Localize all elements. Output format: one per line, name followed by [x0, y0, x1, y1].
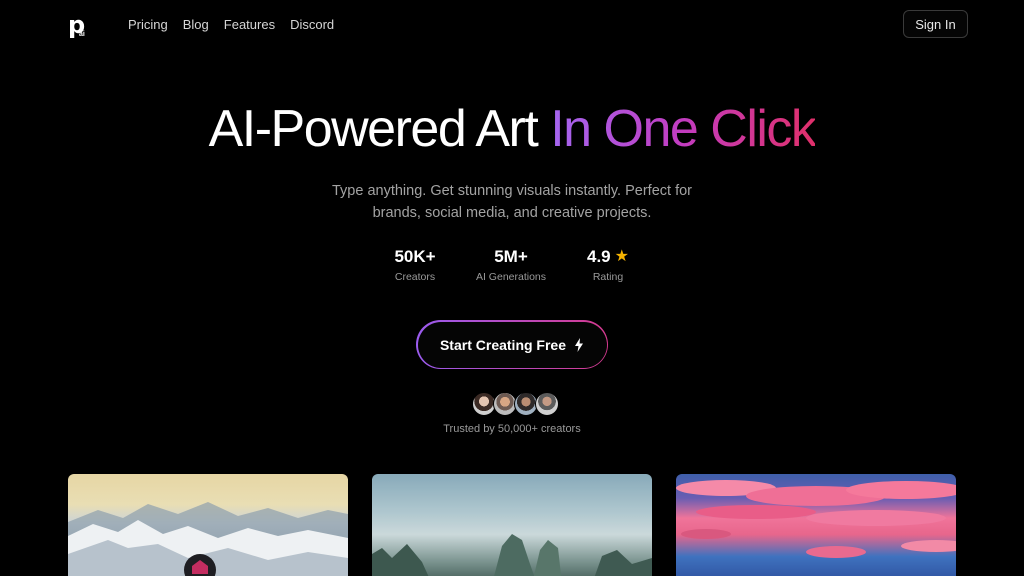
bolt-icon: [575, 337, 584, 352]
star-icon: ★: [614, 248, 629, 265]
stat-label: Creators: [394, 271, 436, 283]
start-creating-button[interactable]: Start Creating Free: [417, 321, 607, 368]
gallery-card-mountains[interactable]: [68, 474, 348, 576]
stat-creators: 50K+ Creators: [385, 246, 445, 283]
stat-label: AI Generations: [475, 271, 547, 283]
gallery-card-karst[interactable]: [372, 474, 652, 576]
cta-label: Start Creating Free: [439, 336, 567, 353]
avatar: [535, 392, 559, 416]
snowy-mountains-image: [68, 502, 348, 576]
sign-in-button[interactable]: Sign In: [903, 10, 968, 38]
hero-title: AI-Powered Art In One Click: [0, 98, 1024, 160]
stat-label: Rating: [592, 271, 624, 283]
cta-border: Start Creating Free: [416, 320, 608, 369]
stat-value: 5M+: [494, 247, 528, 266]
nav-link-features[interactable]: Features: [224, 17, 275, 33]
trust-text: Trusted by 50,000+ creators: [443, 423, 581, 435]
stat-rating: 4.9 ★ Rating: [578, 246, 638, 283]
hero-subtitle: Type anything. Get stunning visuals inst…: [331, 183, 692, 221]
nav-link-blog[interactable]: Blog: [183, 17, 209, 33]
hero-title-plain: AI-Powered Art: [208, 100, 551, 158]
creator-avatars: [472, 392, 559, 416]
logo[interactable]: p ai: [68, 13, 88, 40]
logo-sub: ai: [79, 31, 85, 38]
nav-link-discord[interactable]: Discord: [290, 17, 334, 33]
rating-value: 4.9: [587, 247, 611, 266]
gallery-card-sunset[interactable]: [676, 474, 956, 576]
stat-value-rating: 4.9 ★: [587, 246, 629, 268]
nav-link-pricing[interactable]: Pricing: [128, 17, 168, 33]
sunset-clouds-image: [676, 480, 956, 558]
top-nav: p ai Pricing Blog Features Discord Sign …: [0, 0, 1024, 50]
hero-title-gradient: In One Click: [550, 100, 817, 158]
stat-value: 50K+: [394, 247, 436, 266]
stat-generations: 5M+ AI Generations: [470, 246, 552, 283]
nav-links: Pricing Blog Features Discord: [128, 17, 334, 33]
misty-karst-mountains-image: [372, 474, 652, 576]
